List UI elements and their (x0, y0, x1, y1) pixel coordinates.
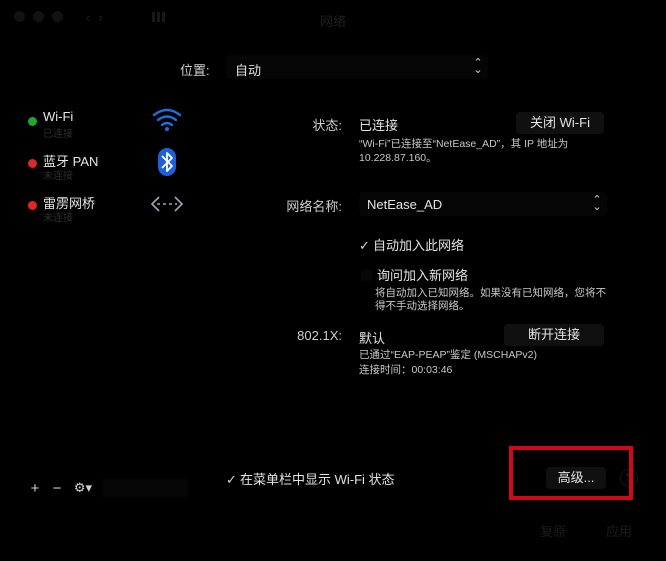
location-value: 自动 (235, 63, 262, 78)
status-detail-line1: “Wi-Fi”已连接至“NetEase_AD”，其 IP 地址为 (359, 138, 569, 150)
status-detail-line2: 10.228.87.160。 (359, 152, 437, 164)
window-title: 网络 (319, 14, 346, 29)
ask-join-help-line1: 将自动加入已知网络。如果没有已知网络，您将不 (375, 287, 606, 299)
location-label: 位置: (180, 63, 210, 78)
show-wifi-status-checkbox[interactable]: ✓ 在菜单栏中显示 Wi-Fi 状态 (226, 469, 395, 488)
location-select[interactable] (226, 55, 488, 79)
service-item-thunderbolt-bridge[interactable]: 雷雳网桥 未连接 (26, 196, 201, 232)
turn-off-wifi-button[interactable]: 关闭 Wi-Fi (516, 112, 604, 134)
status-dot-connected (28, 117, 37, 126)
remove-service-button[interactable]: − (46, 480, 68, 497)
ask-join-checkbox[interactable]: 询问加入新网络 (361, 265, 468, 284)
status-value: 已连接 (359, 118, 399, 133)
auto-join-checkbox[interactable]: ✓ 自动加入此网络 (359, 235, 464, 254)
network-name-label: 网络名称: (286, 199, 342, 214)
auto-join-label: 自动加入此网络 (373, 238, 465, 253)
revert-button[interactable]: 复原 (524, 522, 582, 542)
apply-button[interactable]: 应用 (590, 522, 648, 542)
service-name: Wi-Fi (43, 109, 74, 124)
ask-join-label: 询问加入新网络 (377, 268, 469, 283)
show-wifi-status-label: 在菜单栏中显示 Wi-Fi 状态 (240, 472, 395, 487)
checkmark-icon: ✓ (359, 238, 370, 253)
service-status: 未连接 (43, 171, 73, 182)
gear-icon[interactable]: ⚙▾ (68, 480, 98, 496)
service-list-toolbar: + − ⚙▾ (24, 478, 188, 498)
service-status: 未连接 (43, 213, 73, 224)
checkmark-icon: ✓ (226, 472, 237, 487)
bluetooth-icon (158, 148, 176, 176)
status-label: 状态: (312, 118, 342, 133)
toolbar-filler (102, 479, 188, 497)
wifi-icon (152, 108, 182, 131)
disconnect-button[interactable]: 断开连接 (504, 324, 604, 346)
thunderbolt-bridge-icon (150, 196, 184, 212)
service-item-bluetooth-pan[interactable]: 蓝牙 PAN 未连接 (26, 148, 201, 190)
status-dot-disconnected (28, 159, 37, 168)
network-name-value: NetEase_AD (367, 197, 443, 212)
title-bar: ‹› 网络 (0, 0, 666, 36)
highlight-annotation-box (509, 446, 633, 500)
dot1x-value: 默认 (359, 331, 386, 346)
chevron-updown-icon: ⌃ ⌄ (473, 57, 483, 76)
dot1x-time-line: 连接时间：00:03:46 (359, 364, 453, 376)
checkbox-empty-icon (361, 270, 372, 281)
add-service-button[interactable]: + (24, 480, 46, 497)
chevron-updown-icon: ⌃ ⌄ (592, 194, 602, 213)
ask-join-help-line2: 得不手动选择网络。 (375, 300, 470, 312)
service-item-wifi[interactable]: Wi-Fi 已连接 (26, 108, 201, 148)
dot1x-auth-line: 已通过“EAP-PEAP”鉴定 (MSCHAPv2) (359, 349, 537, 361)
status-dot-disconnected (28, 201, 37, 210)
service-status: 已连接 (43, 129, 73, 140)
dot1x-label: 802.1X: (297, 328, 342, 343)
